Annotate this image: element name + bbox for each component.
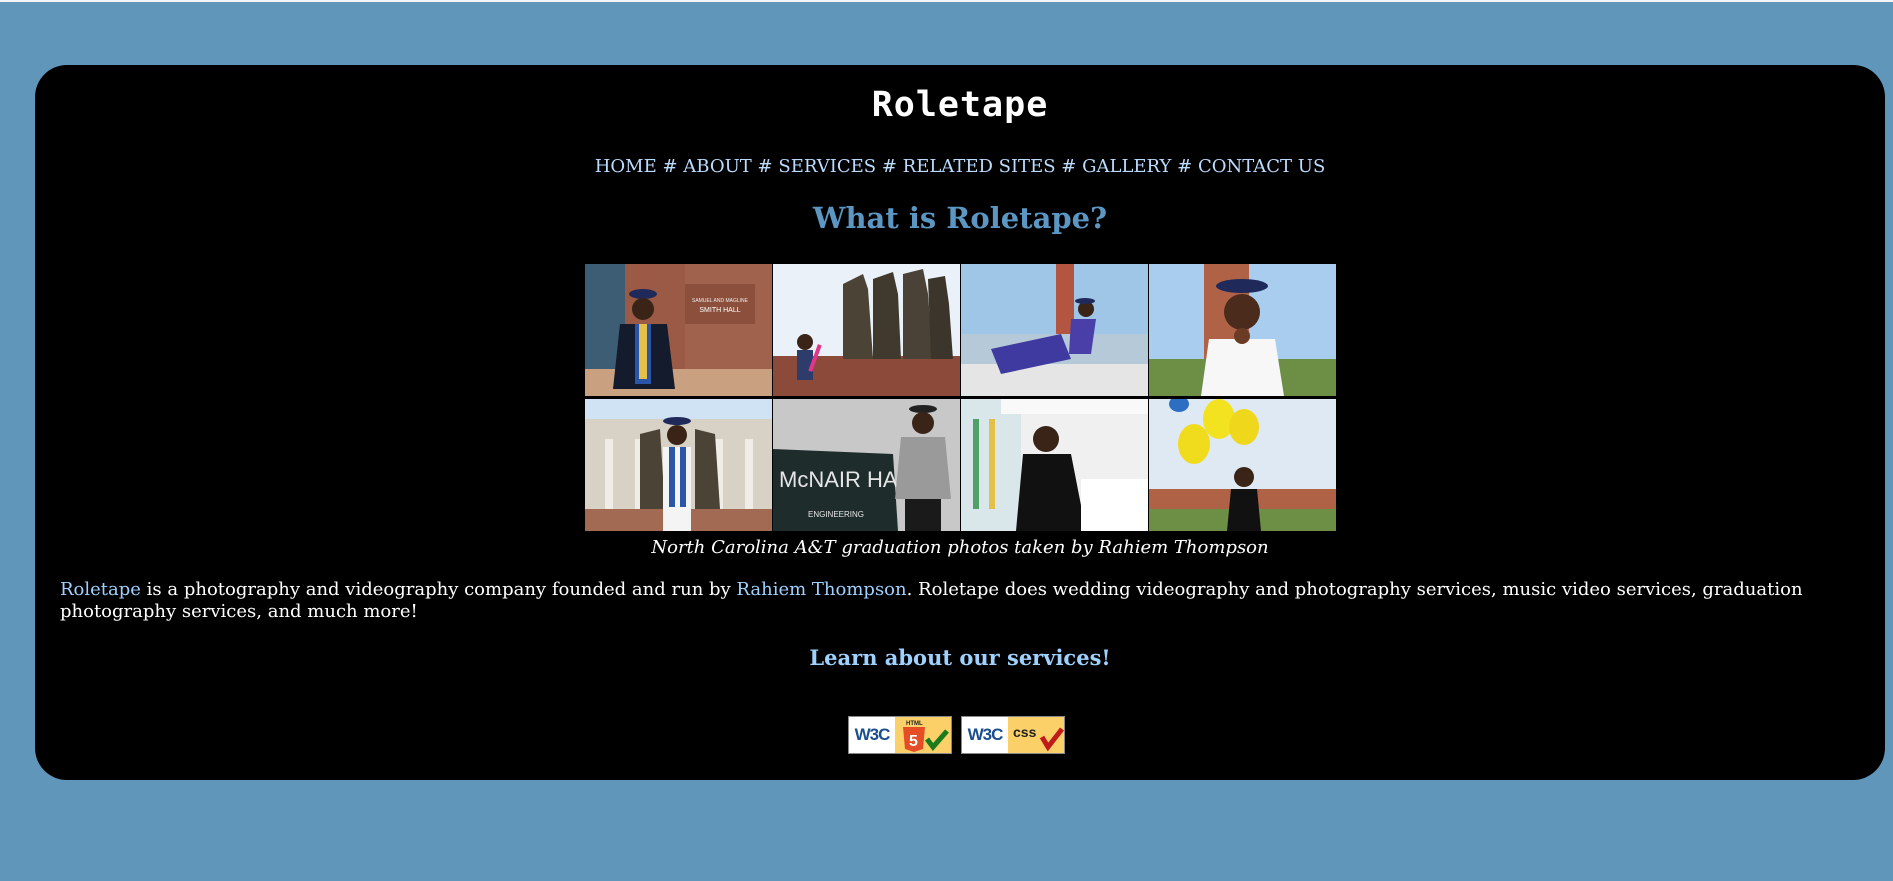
main-nav: HOME # ABOUT # SERVICES # RELATED SITES … [35,156,1885,177]
gallery-caption: North Carolina A&T graduation photos tak… [651,537,1269,558]
intro-paragraph: Roletape is a photography and videograph… [60,579,1860,623]
photo-statues-building [585,399,772,531]
nav-home[interactable]: HOME [595,156,657,177]
photo-yellow-balloons [1149,399,1336,531]
photo-black-dress [961,399,1148,531]
photo-mcnair-hall: McNAIR HALL ENGINEERING [773,399,960,531]
photo-statues-child [773,264,960,396]
nav-separator: # [1177,156,1193,177]
nav-separator: # [881,156,897,177]
validator-badges: W3C HTML 5 W3C css [848,716,1065,754]
w3c-html5-badge[interactable]: W3C HTML 5 [848,716,952,754]
nav-gallery[interactable]: GALLERY [1082,156,1171,177]
css-badge-body: css [1008,717,1064,753]
nav-contact-us[interactable]: CONTACT US [1198,156,1325,177]
intro-text-1: is a photography and videography company… [140,579,737,600]
html5-number: 5 [909,733,918,750]
html-badge-label: HTML [906,721,923,727]
nav-separator: # [757,156,773,177]
css-badge-label: css [1013,724,1037,740]
roletape-link[interactable]: Roletape [60,579,141,600]
main-card: Roletape HOME # ABOUT # SERVICES # RELAT… [35,65,1885,780]
w3c-logo: W3C [962,717,1008,753]
services-link[interactable]: Learn about our services! [35,645,1885,670]
nav-separator: # [662,156,678,177]
graduation-photo-collage: SAMUEL AND MAGLINE SMITH HALL McNAIR HAL… [585,264,1337,531]
html5-badge-body: HTML 5 [895,717,951,753]
page-heading: What is Roletape? [812,201,1108,235]
css-check-icon: css [1013,724,1064,752]
site-title: Roletape [871,85,1049,125]
photo-confetti-graduate [1149,264,1336,396]
nav-services[interactable]: SERVICES [778,156,876,177]
photo-smith-hall: SAMUEL AND MAGLINE SMITH HALL [585,264,772,396]
nav-separator: # [1061,156,1077,177]
smith-hall-sign-line2: SMITH HALL [699,307,740,314]
html5-check-icon: HTML 5 [903,721,949,752]
w3c-logo: W3C [849,717,895,753]
smith-hall-sign-line1: SAMUEL AND MAGLINE [692,298,749,304]
rahiem-thompson-link[interactable]: Rahiem Thompson [736,579,906,600]
engineering-sign-text: ENGINEERING [808,510,864,519]
photo-jumping-graduate [961,264,1148,396]
nav-about[interactable]: ABOUT [683,156,752,177]
nav-related-sites[interactable]: RELATED SITES [903,156,1056,177]
w3c-css-badge[interactable]: W3C css [961,716,1065,754]
